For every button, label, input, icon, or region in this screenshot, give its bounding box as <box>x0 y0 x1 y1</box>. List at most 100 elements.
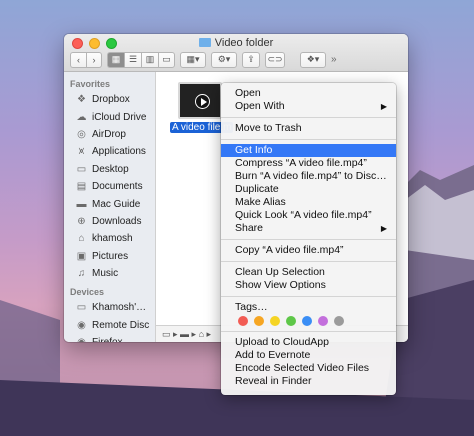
folder-icon <box>198 38 211 47</box>
sidebar-item-label: Music <box>92 268 119 280</box>
sidebar-item-desktop[interactable]: ▭ Desktop <box>64 161 155 178</box>
forward-button[interactable]: › <box>86 51 102 68</box>
submenu-arrow-icon: ▶ <box>380 224 387 233</box>
menu-item-label: Get Info <box>235 144 273 156</box>
menu-item-get-info[interactable]: Get Info <box>221 144 396 157</box>
menu-item-make-alias[interactable]: Make Alias <box>221 196 396 209</box>
sidebar-header-devices: Devices <box>70 287 105 298</box>
menu-separator <box>221 117 396 118</box>
sidebar-item-documents[interactable]: ▤ Documents <box>64 178 155 195</box>
menu-item-label: Quick Look “A video file.mp4” <box>235 209 372 221</box>
list-view-button[interactable]: ☰ <box>124 51 141 68</box>
icon-view-button[interactable]: ▦ <box>107 51 124 68</box>
menu-item-copy-a-video-file-mp4[interactable]: Copy “A video file.mp4” <box>221 244 396 257</box>
grid-icon: ▦ <box>111 54 121 64</box>
menu-item-label: Share <box>235 222 264 234</box>
action-button[interactable]: ⚙▾ <box>211 51 237 68</box>
menu-item-label: Duplicate <box>235 183 279 195</box>
sidebar-item-label: Documents <box>92 181 143 193</box>
submenu-arrow-icon: ▶ <box>380 102 387 111</box>
toolbar: ‹ › ▦ ☰ ▥ ▭ ▦▾ ⚙▾ ⇪ ⊂⊃ ❖▾ » <box>70 51 404 68</box>
menu-item-label: Make Alias <box>235 196 286 208</box>
menu-item-label: Add to Evernote <box>235 349 311 361</box>
sidebar-item-khamosh[interactable]: ⌂ khamosh <box>64 230 155 247</box>
airdrop-icon: ◎ <box>77 128 86 140</box>
menu-item-tags[interactable]: Tags… <box>221 301 396 314</box>
menu-item-label: Reveal in Finder <box>235 375 312 387</box>
sidebar-item-airdrop[interactable]: ◎ AirDrop <box>64 126 155 143</box>
coverflow-icon: ▭ <box>162 54 171 64</box>
sidebar-item-applications[interactable]: ⩙ Applications <box>64 143 155 160</box>
sidebar-item-downloads[interactable]: ⊕ Downloads <box>64 213 155 230</box>
tag-color-dot[interactable] <box>286 315 296 326</box>
arrange-button[interactable]: ▦▾ <box>180 51 206 68</box>
menu-item-quick-look-a-video-file-mp4[interactable]: Quick Look “A video file.mp4” <box>221 209 396 222</box>
hard-drive-icon[interactable]: ▭ <box>162 329 171 340</box>
menu-separator <box>221 139 396 140</box>
menu-item-reveal-in-finder[interactable]: Reveal in Finder <box>221 375 396 388</box>
menu-item-compress-a-video-file-mp4[interactable]: Compress “A video file.mp4” <box>221 157 396 170</box>
view-mode-buttons: ▦ ☰ ▥ ▭ <box>107 51 175 68</box>
column-view-button[interactable]: ▥ <box>141 51 158 68</box>
sidebar-item-dropbox[interactable]: ❖ Dropbox <box>64 91 155 108</box>
sidebar-item-icloud-drive[interactable]: ☁ iCloud Drive <box>64 108 155 125</box>
tags-button[interactable]: ⊂⊃ <box>265 51 285 68</box>
coverflow-view-button[interactable]: ▭ <box>158 51 175 68</box>
sidebar-item-remote-disc[interactable]: ◉ Remote Disc <box>64 317 155 334</box>
devices-list: ▭ Khamosh'… ◉ Remote Disc ◉ Firefox <box>64 299 155 342</box>
back-button[interactable]: ‹ <box>70 51 86 68</box>
menu-item-burn-a-video-file-mp4-to-disc[interactable]: Burn “A video file.mp4” to Disc… <box>221 170 396 183</box>
gear-icon: ⚙▾ <box>217 54 231 64</box>
home-icon[interactable]: ⌂ <box>199 329 204 339</box>
sidebar-item-mac-guide[interactable]: ▬ Mac Guide <box>64 195 155 212</box>
menu-item-label: Move to Trash <box>235 122 302 134</box>
menu-item-duplicate[interactable]: Duplicate <box>221 183 396 196</box>
menu-item-label: Burn “A video file.mp4” to Disc… <box>235 170 387 182</box>
menu-item-label: Copy “A video file.mp4” <box>235 244 344 256</box>
menu-item-upload-to-cloudapp[interactable]: Upload to CloudApp <box>221 336 396 349</box>
toolbar-overflow-button[interactable]: » <box>331 54 337 65</box>
menu-item-label: Encode Selected Video Files <box>235 362 370 374</box>
menu-item-open[interactable]: Open <box>221 87 396 100</box>
tag-color-dot[interactable] <box>270 315 280 326</box>
tag-colors-row <box>221 314 396 327</box>
share-icon: ⇪ <box>247 54 255 64</box>
folder-icon[interactable]: ▬ <box>180 329 189 339</box>
sidebar-item-label: iCloud Drive <box>92 111 147 123</box>
menu-item-clean-up-selection[interactable]: Clean Up Selection <box>221 266 396 279</box>
sidebar-item-khamosh-[interactable]: ▭ Khamosh'… <box>64 299 155 316</box>
tag-color-dot[interactable] <box>334 315 344 326</box>
menu-item-label: Compress “A video file.mp4” <box>235 157 367 169</box>
tag-color-dot[interactable] <box>254 315 264 326</box>
cloud-icon: ☁ <box>76 111 87 123</box>
window-title-wrap: Video folder <box>64 37 408 49</box>
sidebar-item-music[interactable]: ♫ Music <box>64 265 155 282</box>
menu-item-show-view-options[interactable]: Show View Options <box>221 279 396 292</box>
sidebar-item-label: Applications <box>92 146 146 158</box>
window-title: Video folder <box>214 37 274 49</box>
tag-color-dot[interactable] <box>318 315 328 326</box>
arrange-icon: ▦▾ <box>186 54 200 64</box>
share-button[interactable]: ⇪ <box>242 51 260 68</box>
menu-item-open-with[interactable]: Open With ▶ <box>221 100 396 113</box>
disc-icon: ◉ <box>76 337 87 342</box>
sidebar-item-label: Firefox <box>92 337 123 342</box>
sidebar-item-pictures[interactable]: ▣ Pictures <box>64 248 155 265</box>
dropbox-button[interactable]: ❖▾ <box>300 51 326 68</box>
context-menu: Open Open With ▶ Move to Trash Get Info Compr… <box>221 83 396 395</box>
disc-icon: ◉ <box>77 319 86 331</box>
menu-item-label: Open With <box>235 100 285 112</box>
sidebar-item-label: Desktop <box>92 163 129 175</box>
menu-separator <box>221 296 396 297</box>
tag-color-dot[interactable] <box>238 315 248 326</box>
video-thumbnail[interactable] <box>178 82 222 119</box>
menu-item-move-to-trash[interactable]: Move to Trash <box>221 122 396 135</box>
menu-item-add-to-evernote[interactable]: Add to Evernote <box>221 349 396 362</box>
menu-item-encode-selected-video-files[interactable]: Encode Selected Video Files <box>221 362 396 375</box>
documents-icon: ▤ <box>76 181 87 193</box>
folder-icon: ▬ <box>76 198 87 210</box>
sidebar-item-firefox[interactable]: ◉ Firefox <box>64 334 155 342</box>
menu-item-share[interactable]: Share ▶ <box>221 222 396 235</box>
tag-color-dot[interactable] <box>302 315 312 326</box>
applications-icon: ⩙ <box>78 146 85 158</box>
